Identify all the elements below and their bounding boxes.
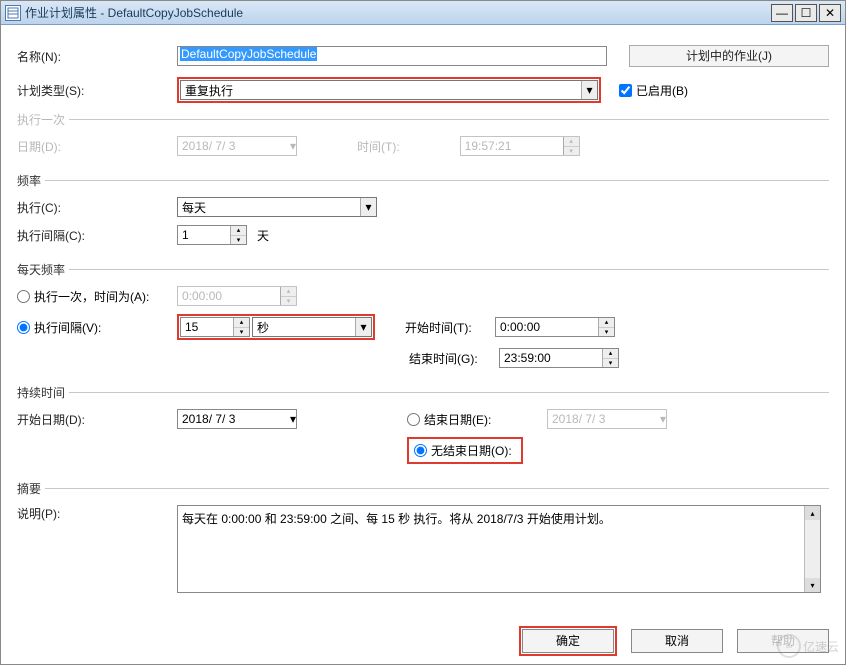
schedule-type-highlight: 重复执行 ▾ bbox=[177, 77, 601, 103]
cancel-button[interactable]: 取消 bbox=[631, 629, 723, 653]
chevron-down-icon: ▾ bbox=[660, 412, 666, 426]
once-time-label: 时间(T): bbox=[357, 138, 400, 155]
no-end-date-highlight: 无结束日期(O): bbox=[407, 437, 523, 464]
summary-legend: 摘要 bbox=[17, 480, 45, 497]
daily-start-input[interactable]: 0:00:00 ▴▾ bbox=[495, 317, 615, 337]
once-date-label: 日期(D): bbox=[17, 138, 177, 155]
end-date-radio[interactable]: 结束日期(E): bbox=[407, 411, 547, 428]
freq-legend: 频率 bbox=[17, 172, 45, 189]
enabled-checkbox-input[interactable] bbox=[619, 84, 632, 97]
start-date-input[interactable]: 2018/ 7/ 3 ▾ bbox=[177, 409, 297, 429]
dialog-body: 名称(N): DefaultCopyJobSchedule 计划中的作业(J) … bbox=[1, 25, 845, 664]
daily-end-label: 结束时间(G): bbox=[409, 350, 499, 367]
watermark: ∞ 亿速云 bbox=[777, 634, 839, 658]
scheduled-jobs-button[interactable]: 计划中的作业(J) bbox=[629, 45, 829, 67]
daily-interval-radio[interactable]: 执行间隔(V): bbox=[17, 319, 177, 336]
enabled-checkbox-label: 已启用(B) bbox=[636, 82, 688, 99]
schedule-type-combo[interactable]: 重复执行 ▾ bbox=[180, 80, 598, 100]
start-date-label: 开始日期(D): bbox=[17, 411, 177, 428]
duration-fieldset: 持续时间 开始日期(D): 2018/ 7/ 3 ▾ 结束日期(E): 2018… bbox=[17, 384, 829, 474]
end-date-input: 2018/ 7/ 3 ▾ bbox=[547, 409, 667, 429]
desc-label: 说明(P): bbox=[17, 505, 177, 522]
exec-interval-unit: 天 bbox=[257, 227, 269, 244]
enabled-checkbox[interactable]: 已启用(B) bbox=[619, 82, 688, 99]
exec-interval-input[interactable]: 1 ▴▾ bbox=[177, 225, 247, 245]
watermark-logo-icon: ∞ bbox=[777, 634, 801, 658]
app-icon bbox=[5, 5, 21, 21]
daily-interval-highlight: 15 ▴▾ 秒 ▾ bbox=[177, 314, 375, 340]
spin-buttons[interactable]: ▴▾ bbox=[602, 349, 618, 367]
exec-label: 执行(C): bbox=[17, 199, 177, 216]
ok-highlight: 确定 bbox=[519, 626, 617, 656]
titlebar: 作业计划属性 - DefaultCopyJobSchedule — ☐ ✕ bbox=[1, 1, 845, 25]
once-date-input: 2018/ 7/ 3 ▾ bbox=[177, 136, 297, 156]
name-input[interactable]: DefaultCopyJobSchedule bbox=[177, 46, 607, 66]
once-fieldset: 执行一次 日期(D): 2018/ 7/ 3 ▾ 时间(T): 19:57:21… bbox=[17, 111, 829, 166]
spin-buttons[interactable]: ▴▾ bbox=[233, 318, 249, 336]
maximize-button[interactable]: ☐ bbox=[795, 4, 817, 22]
spin-buttons[interactable]: ▴▾ bbox=[598, 318, 614, 336]
exec-interval-label: 执行间隔(C): bbox=[17, 227, 177, 244]
spin-buttons: ▴▾ bbox=[563, 137, 579, 155]
daily-start-label: 开始时间(T): bbox=[405, 319, 495, 336]
chevron-down-icon: ▾ bbox=[290, 412, 296, 426]
close-button[interactable]: ✕ bbox=[819, 4, 841, 22]
name-label: 名称(N): bbox=[17, 48, 177, 65]
daily-once-radio[interactable]: 执行一次，时间为(A): bbox=[17, 288, 177, 305]
daily-once-time-input: 0:00:00 ▴▾ bbox=[177, 286, 297, 306]
dialog-window: 作业计划属性 - DefaultCopyJobSchedule — ☐ ✕ 名称… bbox=[0, 0, 846, 665]
exec-combo[interactable]: 每天 ▾ bbox=[177, 197, 377, 217]
minimize-button[interactable]: — bbox=[771, 4, 793, 22]
chevron-down-icon: ▾ bbox=[290, 139, 296, 153]
schedule-type-value: 重复执行 bbox=[185, 82, 233, 99]
summary-fieldset: 摘要 说明(P): 每天在 0:00:00 和 23:59:00 之间、每 15… bbox=[17, 480, 829, 603]
spin-buttons: ▴▾ bbox=[280, 287, 296, 305]
daily-interval-unit-combo[interactable]: 秒 ▾ bbox=[252, 317, 372, 337]
once-legend: 执行一次 bbox=[17, 111, 69, 128]
name-value-selected: DefaultCopyJobSchedule bbox=[180, 47, 317, 61]
freq-fieldset: 频率 执行(C): 每天 ▾ 执行间隔(C): 1 ▴▾ 天 bbox=[17, 172, 829, 255]
daily-fieldset: 每天频率 执行一次，时间为(A): 0:00:00 ▴▾ 执行间隔(V): bbox=[17, 261, 829, 378]
daily-end-input[interactable]: 23:59:00 ▴▾ bbox=[499, 348, 619, 368]
daily-interval-value[interactable]: 15 ▴▾ bbox=[180, 317, 250, 337]
desc-textarea[interactable]: 每天在 0:00:00 和 23:59:00 之间、每 15 秒 执行。将从 2… bbox=[177, 505, 821, 593]
ok-button[interactable]: 确定 bbox=[522, 629, 614, 653]
spin-buttons[interactable]: ▴▾ bbox=[230, 226, 246, 244]
daily-legend: 每天频率 bbox=[17, 261, 69, 278]
once-time-input: 19:57:21 ▴▾ bbox=[460, 136, 580, 156]
window-title: 作业计划属性 - DefaultCopyJobSchedule bbox=[25, 4, 771, 21]
no-end-date-radio[interactable]: 无结束日期(O): bbox=[410, 440, 520, 461]
scrollbar[interactable]: ▴▾ bbox=[804, 506, 820, 592]
chevron-down-icon: ▾ bbox=[360, 198, 376, 216]
chevron-down-icon: ▾ bbox=[355, 318, 371, 336]
duration-legend: 持续时间 bbox=[17, 384, 69, 401]
chevron-down-icon: ▾ bbox=[581, 81, 597, 99]
schedule-type-label: 计划类型(S): bbox=[17, 82, 177, 99]
